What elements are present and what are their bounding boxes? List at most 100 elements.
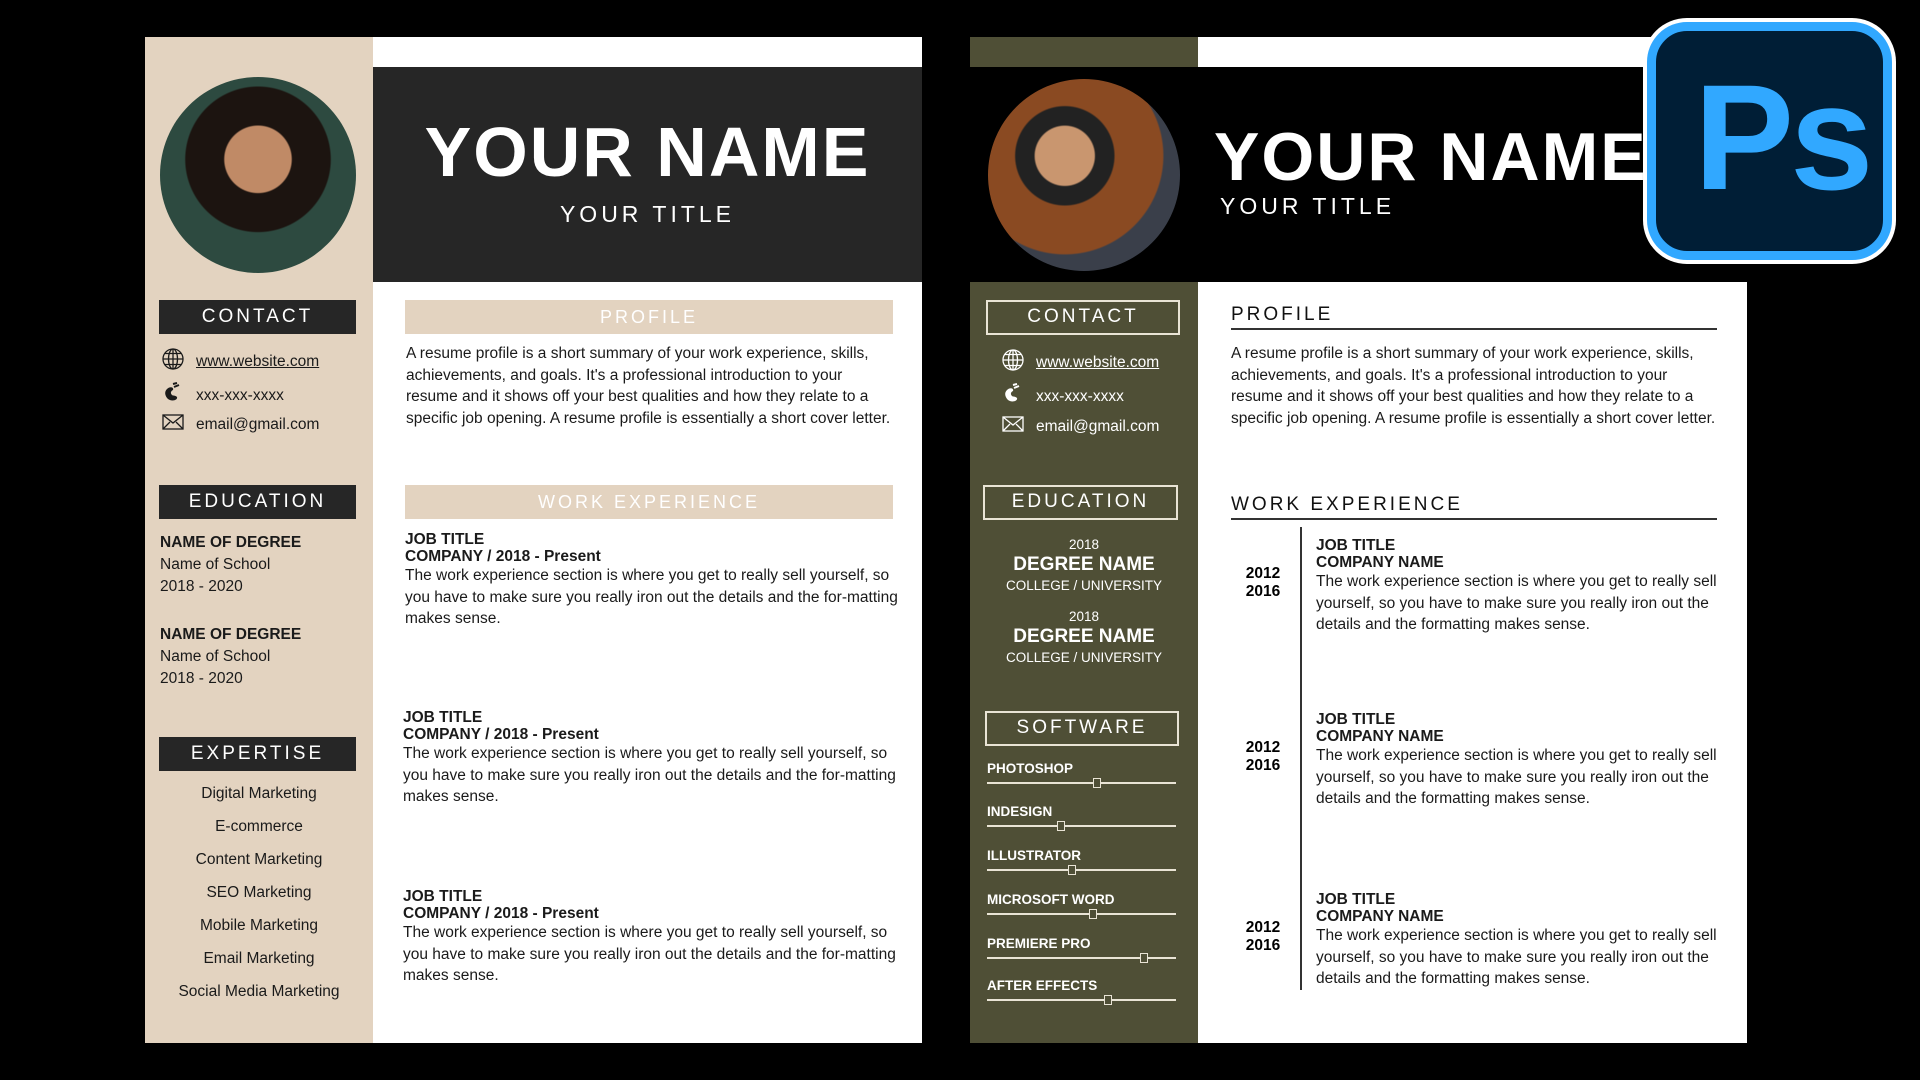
job-description: The work experience section is where you… [403, 924, 896, 985]
job-description: The work experience section is where you… [1316, 927, 1717, 988]
job-description: The work experience section is where you… [405, 567, 898, 628]
left-expertise-heading: EXPERTISE [159, 737, 356, 771]
phone-text: xxx-xxx-xxxx [196, 386, 284, 404]
software-skill: PREMIERE PRO [987, 936, 1176, 963]
contact-row: www.website.com [1000, 348, 1159, 377]
phone-icon [160, 381, 186, 410]
skill-slider-handle [1068, 865, 1077, 875]
email-text[interactable]: email@gmail.com [1036, 418, 1159, 436]
software-name: PHOTOSHOP [987, 761, 1074, 776]
job-title: JOB TITLE [1316, 711, 1396, 728]
job-years: 2012 2016 [1233, 565, 1293, 601]
job-entry: JOB TITLE COMPANY NAME The work experience… [1316, 537, 1721, 636]
school-name: Name of School [160, 556, 271, 573]
degree-name: DEGREE NAME [1013, 626, 1155, 647]
job-company: COMPANY / 2018 - Present [403, 905, 599, 922]
school-name: Name of School [160, 648, 271, 665]
divider [1231, 328, 1717, 330]
job-title: JOB TITLE [1316, 537, 1396, 554]
left-education-heading: EDUCATION [159, 485, 356, 519]
right-work-heading: WORK EXPERIENCE [1231, 494, 1463, 515]
job-end-year: 2016 [1245, 937, 1281, 954]
job-company: COMPANY / 2018 - Present [403, 726, 599, 743]
email-text[interactable]: email@gmail.com [196, 416, 319, 434]
expertise-item: Social Media Marketing [178, 983, 340, 1000]
job-description: The work experience section is where you… [403, 745, 896, 806]
timeline-line [1300, 527, 1302, 990]
education-years: 2018 - 2020 [160, 578, 243, 595]
website-link[interactable]: www.website.com [1036, 354, 1159, 372]
left-title: YOUR TITLE [559, 201, 736, 227]
job-description: The work experience section is where you… [1316, 747, 1717, 808]
job-start-year: 2012 [1245, 739, 1281, 756]
contact-row: xxx-xxx-xxxx [160, 381, 284, 410]
right-education-heading: EDUCATION [983, 485, 1178, 520]
right-profile-text: A resume profile is a short summary of y… [1231, 345, 1716, 427]
phone-text: xxx-xxx-xxxx [1036, 387, 1124, 405]
software-name: ILLUSTRATOR [987, 848, 1081, 863]
right-software-heading: SOFTWARE [985, 711, 1179, 746]
skill-slider-handle [1103, 995, 1112, 1005]
education-year: 2018 [1068, 537, 1100, 552]
software-name: INDESIGN [987, 804, 1053, 819]
mail-icon [160, 410, 186, 439]
left-name: YOUR NAME [424, 113, 871, 191]
expertise-item: Email Marketing [203, 950, 315, 967]
skill-slider-handle [1056, 821, 1065, 831]
left-work-heading: WORK EXPERIENCE [405, 485, 893, 519]
job-entry: JOB TITLE COMPANY NAME The work experience… [1316, 891, 1721, 990]
job-start-year: 2012 [1245, 565, 1281, 582]
education-year: 2018 [1068, 609, 1100, 624]
phone-icon [1000, 382, 1026, 411]
education-entry: NAME OF DEGREE Name of School 2018 - 2020 [160, 532, 360, 598]
job-end-year: 2016 [1245, 583, 1281, 600]
right-title: YOUR TITLE [1220, 193, 1396, 219]
education-entry: NAME OF DEGREE Name of School 2018 - 2020 [160, 624, 360, 690]
degree-name: NAME OF DEGREE [160, 626, 302, 643]
left-profile-photo [160, 77, 356, 273]
software-name: MICROSOFT WORD [987, 892, 1115, 907]
contact-row: xxx-xxx-xxxx [1000, 382, 1124, 411]
skill-slider-track [987, 995, 1176, 1005]
skill-slider-track [987, 909, 1176, 919]
skill-slider-track [987, 778, 1176, 788]
left-profile-text: A resume profile is a short summary of y… [406, 345, 891, 427]
job-start-year: 2012 [1245, 919, 1281, 936]
mail-icon [1000, 412, 1026, 441]
expertise-item: Mobile Marketing [199, 917, 319, 934]
skill-slider-track [987, 821, 1176, 831]
expertise-item: E-commerce [215, 818, 303, 835]
left-profile-heading: PROFILE [405, 300, 893, 334]
job-description: The work experience section is where you… [1316, 573, 1717, 634]
right-profile-heading: PROFILE [1231, 304, 1334, 325]
degree-name: NAME OF DEGREE [160, 534, 302, 551]
divider [1231, 518, 1717, 520]
skill-slider-handle [1088, 909, 1097, 919]
photoshop-logo: Ps [1647, 22, 1892, 260]
software-skill: MICROSOFT WORD [987, 892, 1176, 919]
skill-slider-handle [1139, 953, 1148, 963]
skill-slider-handle [1092, 778, 1101, 788]
software-skill: ILLUSTRATOR [987, 848, 1176, 875]
job-entry: JOB TITLE COMPANY / 2018 - Present The wor… [403, 888, 898, 987]
globe-icon [160, 347, 186, 376]
job-title: JOB TITLE [403, 888, 483, 905]
software-name: AFTER EFFECTS [987, 978, 1098, 993]
job-entry: JOB TITLE COMPANY / 2018 - Present The wor… [403, 709, 898, 808]
expertise-item: Digital Marketing [201, 785, 317, 802]
education-entry: 2018 DEGREE NAME COLLEGE / UNIVERSITY [970, 609, 1198, 667]
website-link[interactable]: www.website.com [196, 353, 319, 371]
education-entry: 2018 DEGREE NAME COLLEGE / UNIVERSITY [970, 537, 1198, 595]
job-company: COMPANY / 2018 - Present [405, 548, 601, 565]
school-name: COLLEGE / UNIVERSITY [1005, 650, 1163, 665]
expertise-item: Content Marketing [195, 851, 323, 868]
skill-slider-track [987, 953, 1176, 963]
job-entry: JOB TITLE COMPANY NAME The work experience… [1316, 711, 1721, 810]
education-years: 2018 - 2020 [160, 670, 243, 687]
software-skill: AFTER EFFECTS [987, 978, 1176, 1005]
degree-name: DEGREE NAME [1013, 554, 1155, 575]
job-title: JOB TITLE [405, 531, 485, 548]
software-name: PREMIERE PRO [987, 936, 1091, 951]
job-years: 2012 2016 [1233, 739, 1293, 775]
right-profile-photo [988, 79, 1180, 271]
